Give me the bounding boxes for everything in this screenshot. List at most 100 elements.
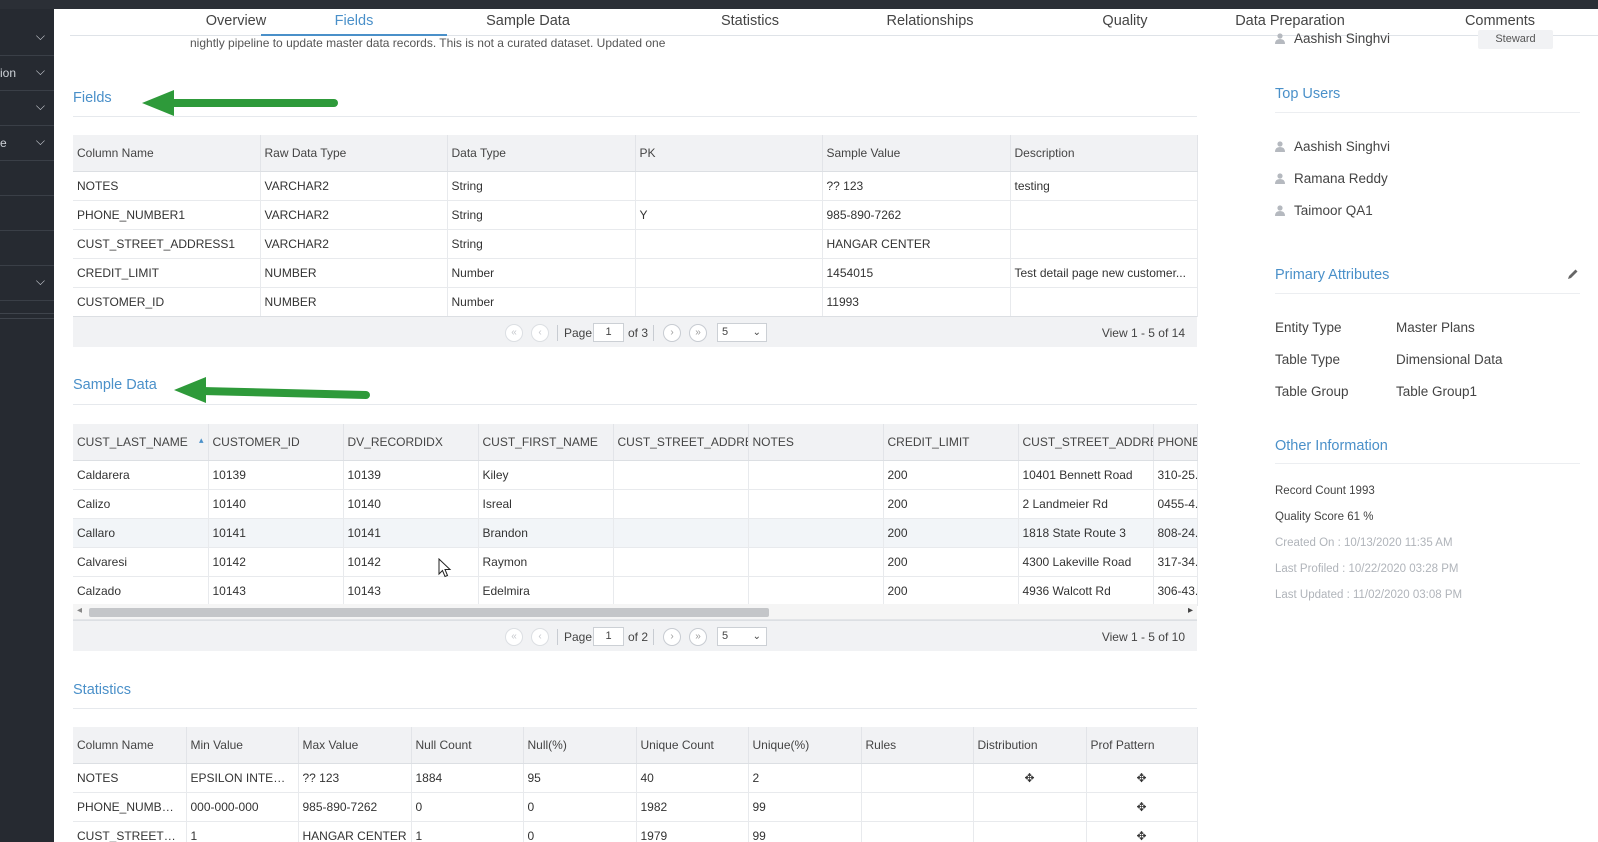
table-row[interactable]: Calzado 10143 10143 Edelmira 200 4936 Walcott… [73,576,1198,606]
column-header[interactable]: CREDIT_LIMIT [883,424,1019,461]
column-header[interactable]: Unique(%) [748,727,862,764]
sidebar-item-4[interactable]: e ⌵ [0,126,54,161]
distribution-icon[interactable] [973,821,1087,842]
sidebar-item-label: ion [0,66,17,80]
tab-fields[interactable]: Fields [261,13,447,36]
distribution-icon[interactable]: ✥ [973,763,1087,793]
table-header-row: Column Name Raw Data Type Data Type PK S… [73,135,1198,172]
table-row[interactable]: CUST_STREET_AD... 1 HANGAR CENTER 1 0 1979 99 … [73,821,1198,842]
distribution-icon[interactable] [973,792,1087,822]
top-user-item[interactable]: Ramana Reddy [1275,171,1388,186]
column-header[interactable]: CUSTOMER_ID [208,424,344,461]
tab-sample-data[interactable]: Sample Data [468,13,588,36]
column-header[interactable]: Data Type [447,135,636,172]
column-header[interactable]: Rules [861,727,974,764]
table-cell [613,460,749,490]
tab-relationships[interactable]: Relationships [870,13,990,36]
table-cell: 10401 Bennett Road [1018,460,1154,490]
pager-divider [653,629,654,645]
table-row[interactable]: Calizo 10140 10140 Isreal 200 2 Landmeier Rd 0… [73,489,1198,519]
pattern-icon[interactable]: ✥ [1086,792,1198,822]
record-range: View 1 - 5 of 14 [1101,326,1185,340]
prev-page-button[interactable]: ‹ [531,324,549,342]
table-cell: 1982 [636,792,749,822]
first-page-button[interactable]: « [505,628,523,646]
table-row[interactable]: NOTES VARCHAR2 String ?? 123 testing [73,171,1198,201]
column-header[interactable]: Null Count [411,727,524,764]
pattern-icon[interactable]: ✥ [1086,821,1198,842]
table-cell: 10142 [343,547,479,577]
column-header[interactable]: PHONE [1153,424,1198,461]
table-cell [635,171,823,201]
column-header[interactable]: CUST_FIRST_NAME [478,424,614,461]
column-header[interactable]: Distribution [973,727,1087,764]
horizontal-scrollbar[interactable]: ◂ ▸ [73,604,1197,620]
table-row[interactable]: CUSTOMER_ID NUMBER Number 11993 [73,287,1198,317]
table-cell: 10143 [343,576,479,606]
column-header[interactable]: Min Value [186,727,299,764]
edit-pencil-icon[interactable] [1567,268,1579,280]
table-cell: 99 [748,792,862,822]
sidebar-item-2[interactable]: ion ⌵ [0,56,54,91]
prev-page-button[interactable]: ‹ [531,628,549,646]
last-page-button[interactable]: » [689,628,707,646]
column-header[interactable]: Null(%) [523,727,637,764]
pattern-icon[interactable]: ✥ [1086,763,1198,793]
top-user-item[interactable]: Taimoor QA1 [1275,203,1373,218]
table-row[interactable]: NOTES EPSILON INTERN...?? 123 1884 95 40 2 ✥ ✥ [73,763,1198,793]
table-cell: Kiley [478,460,614,490]
table-row[interactable]: Callaro 10141 10141 Brandon 200 1818 State Ro… [73,518,1198,548]
column-header[interactable]: Max Value [298,727,412,764]
scroll-right-icon[interactable]: ▸ [1188,605,1193,616]
column-header[interactable]: CUST_STREET_ADDRESS [613,424,749,461]
table-row[interactable]: CREDIT_LIMIT NUMBER Number 1454015 Test deta… [73,258,1198,288]
sidebar-item-7[interactable] [0,231,54,266]
column-header[interactable]: Raw Data Type [260,135,448,172]
page-size-select[interactable]: 5 ⌄ [717,323,767,342]
user-icon [1275,205,1285,216]
tab-quality[interactable]: Quality [1070,13,1180,36]
table-row[interactable]: CUST_STREET_ADDRESS1 VARCHAR2 String HANGAR… [73,229,1198,259]
top-user-item[interactable]: Aashish Singhvi [1275,139,1390,154]
sidebar-item-1[interactable]: ⌵ [0,21,54,56]
scrollbar-thumb[interactable] [89,608,769,617]
scroll-left-icon[interactable]: ◂ [77,605,82,616]
tab-statistics[interactable]: Statistics [700,13,800,36]
table-cell: VARCHAR2 [260,200,448,230]
table-cell: HANGAR CENTER [298,821,412,842]
table-cell: CUSTOMER_ID [73,287,261,317]
column-header[interactable]: DV_RECORDIDX [343,424,479,461]
next-page-button[interactable]: › [663,628,681,646]
chevron-down-icon: ⌵ [35,29,45,43]
column-header[interactable]: Prof Pattern [1086,727,1198,764]
page-number-input[interactable]: 1 [593,323,624,342]
column-header[interactable]: CUST_STREET_ADDRESS [1018,424,1154,461]
table-row[interactable]: Calvaresi 10142 10142 Raymon 200 4300 Lakevil… [73,547,1198,577]
chevron-down-icon: ⌵ [35,134,45,148]
column-header[interactable]: Description [1010,135,1198,172]
sidebar-item-5[interactable] [0,161,54,196]
sidebar-item-3[interactable]: ⌵ [0,91,54,126]
column-header[interactable]: NOTES [748,424,884,461]
page-count: of 2 [628,630,649,644]
table-cell: 10139 [208,460,344,490]
column-header[interactable]: Sample Value [822,135,1011,172]
sidebar-item-8[interactable]: ⌵ [0,266,54,301]
next-page-button[interactable]: › [663,324,681,342]
column-header[interactable]: PK [635,135,823,172]
page-size-select[interactable]: 5 ⌄ [717,627,767,646]
table-cell [748,460,884,490]
sidebar-item-6[interactable] [0,196,54,231]
column-header[interactable]: Column Name [73,727,187,764]
section-divider [73,708,1197,709]
table-row[interactable]: PHONE_NUMBER1 000-000-000 985-890-7262 0 0 19… [73,792,1198,822]
page-number-input[interactable]: 1 [593,627,624,646]
table-row[interactable]: PHONE_NUMBER1 VARCHAR2 String Y 985-890-7262 [73,200,1198,230]
column-header[interactable]: Unique Count [636,727,749,764]
last-page-button[interactable]: » [689,324,707,342]
column-header[interactable]: Column Name [73,135,261,172]
column-header[interactable]: CUST_LAST_NAME ▴ [73,424,209,461]
table-cell [748,576,884,606]
first-page-button[interactable]: « [505,324,523,342]
table-row[interactable]: Caldarera 10139 10139 Kiley 200 10401 Bennett… [73,460,1198,490]
